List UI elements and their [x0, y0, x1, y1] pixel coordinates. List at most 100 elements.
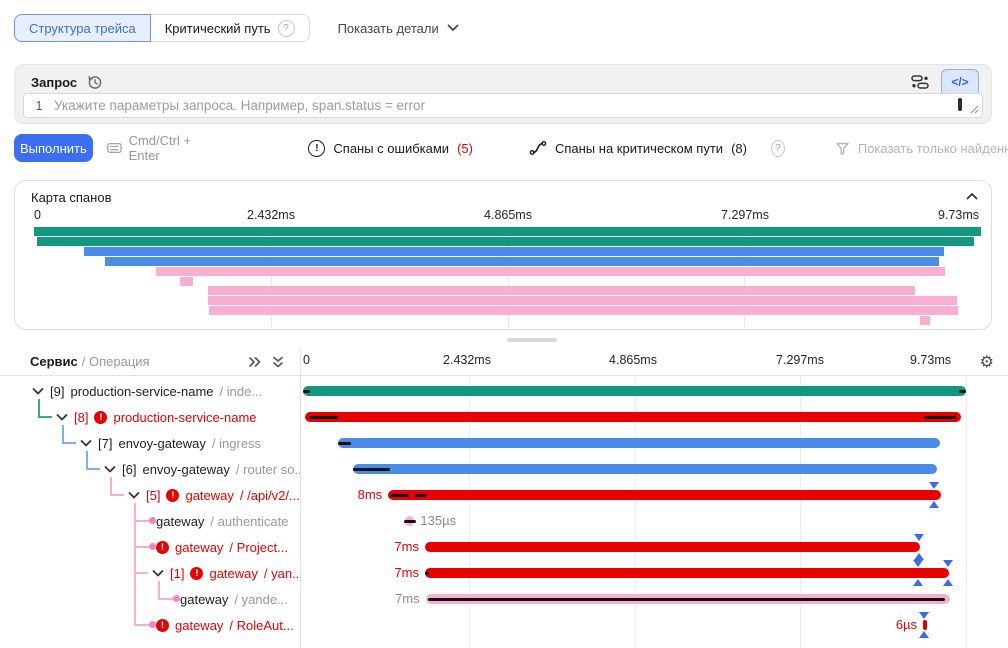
self-time-segment: [303, 390, 310, 393]
mini-span-bar[interactable]: [208, 286, 915, 295]
axis-tick: 0: [34, 208, 41, 222]
query-editor[interactable]: 1: [23, 93, 983, 118]
collapse-chevron-icon[interactable]: [966, 192, 978, 200]
expand-chevron-icon[interactable]: [80, 439, 92, 447]
span-operation: / Project...: [229, 540, 288, 555]
expand-all-icon[interactable]: [248, 356, 262, 368]
query-title: Запрос: [31, 75, 77, 90]
critical-path-marker: [943, 579, 953, 586]
mini-span-bar[interactable]: [105, 257, 939, 266]
tree-row[interactable]: gateway/ authenticate: [0, 508, 300, 534]
span-service: gateway: [185, 488, 233, 503]
shortcut-label: Cmd/Ctrl + Enter: [129, 133, 205, 163]
span-service: production-service-name: [70, 384, 213, 399]
span-operation: / router so...: [236, 462, 300, 477]
span-bar[interactable]: [338, 438, 940, 448]
axis-tick: 7.297ms: [721, 208, 769, 222]
expand-chevron-icon[interactable]: [56, 413, 68, 421]
help-icon[interactable]: ?: [278, 20, 295, 37]
span-bar[interactable]: [353, 464, 937, 474]
tab-trace-structure[interactable]: Структура трейса: [14, 14, 151, 42]
exclamation-circle-icon: !: [308, 140, 325, 157]
tree-row[interactable]: !gateway/ Project...: [0, 534, 300, 560]
tree-row[interactable]: [1]!gateway/ yan...: [0, 560, 300, 586]
span-bar[interactable]: [425, 542, 920, 552]
span-bar[interactable]: [388, 490, 941, 500]
self-time-segment: [425, 572, 429, 575]
query-input[interactable]: [54, 98, 982, 113]
critical-path-marker: [914, 534, 924, 541]
error-spans-label: Спаны с ошибками: [333, 141, 449, 156]
collapse-all-icon[interactable]: [272, 356, 284, 368]
span-operation: / ingress: [212, 436, 261, 451]
query-mode-toggle: </>: [901, 69, 979, 96]
mini-span-bar[interactable]: [37, 237, 974, 246]
filter-found-toggle[interactable]: Показать только найденные: [835, 141, 1008, 156]
axis-tick: 9.73ms: [910, 353, 951, 367]
span-index: [1]: [170, 566, 184, 581]
expand-chevron-icon[interactable]: [32, 387, 44, 395]
error-badge-icon: !: [156, 619, 169, 632]
mini-span-bar[interactable]: [209, 306, 957, 315]
critical-help-icon[interactable]: ?: [771, 140, 785, 157]
critical-path-marker: [929, 501, 939, 508]
tree-row[interactable]: [5]!gateway/ /api/v2/...: [0, 482, 300, 508]
critical-spans-count: (8): [731, 141, 747, 156]
expand-chevron-icon[interactable]: [152, 569, 164, 577]
tree-row[interactable]: [8]!production-service-name: [0, 404, 300, 430]
mini-span-bar[interactable]: [156, 267, 945, 276]
critical-path-icon: [529, 140, 547, 156]
run-button[interactable]: Выполнить: [14, 134, 93, 162]
span-map-title: Карта спанов: [31, 190, 111, 205]
code-icon: </>: [951, 75, 968, 89]
expand-chevron-icon[interactable]: [128, 491, 140, 499]
show-details-dropdown[interactable]: Показать детали: [338, 21, 459, 36]
tab-critical-path[interactable]: Критический путь ?: [151, 14, 310, 42]
duration-label: 6µs: [857, 617, 917, 633]
self-time-segment: [338, 442, 351, 445]
tree-row[interactable]: [6]envoy-gateway/ router so...: [0, 456, 300, 482]
show-details-label: Показать детали: [338, 21, 439, 36]
query-toolbar: Выполнить Cmd/Ctrl + Enter ! Спаны с оши…: [14, 134, 1008, 162]
span-index: [7]: [98, 436, 112, 451]
mini-span-bar[interactable]: [920, 316, 930, 325]
duration-label: 7ms: [359, 565, 419, 581]
span-index: [9]: [50, 384, 64, 399]
span-bar[interactable]: [923, 620, 927, 630]
editor-scrollbar[interactable]: [958, 98, 962, 111]
mini-span-bar[interactable]: [180, 277, 193, 286]
axis-tick: 7.297ms: [776, 353, 824, 367]
span-operation: / inde...: [220, 384, 263, 399]
resize-handle-icon[interactable]: [970, 105, 979, 114]
code-editor-toggle[interactable]: </>: [941, 69, 979, 96]
form-builder-toggle[interactable]: [901, 69, 939, 96]
mini-span-bar[interactable]: [208, 296, 956, 305]
duration-label: 7ms: [359, 539, 419, 555]
self-time-segment: [404, 520, 416, 523]
error-spans-chip[interactable]: ! Спаны с ошибками (5): [308, 140, 473, 157]
line-number: 1: [24, 98, 54, 113]
axis-tick: 4.865ms: [484, 208, 532, 222]
connector-line: [134, 503, 136, 626]
chevron-down-icon: [447, 24, 459, 32]
panel-resize-handle[interactable]: [507, 338, 557, 342]
span-service: envoy-gateway: [118, 436, 205, 451]
expand-chevron-icon[interactable]: [104, 465, 116, 473]
timeline-gridline: [966, 376, 967, 648]
tree-row[interactable]: gateway/ yande...: [0, 586, 300, 612]
timeline-axis: 0 2.432ms 4.865ms 7.297ms 9.73ms: [300, 353, 1008, 369]
critical-path-marker: [913, 560, 923, 567]
mini-span-bar[interactable]: [34, 227, 981, 236]
tree-row[interactable]: [9] production-service-name / inde...: [0, 378, 300, 404]
span-map-plot[interactable]: [15, 227, 993, 327]
settings-gear-icon[interactable]: ⚙: [980, 352, 994, 372]
tree-row[interactable]: [7] envoy-gateway / ingress: [0, 430, 300, 456]
span-index: [6]: [122, 462, 136, 477]
tree-row[interactable]: !gateway/ RoleAut...: [0, 612, 300, 638]
span-bar[interactable]: [305, 412, 961, 422]
critical-spans-chip[interactable]: Спаны на критическом пути (8): [529, 140, 747, 156]
mini-span-bar[interactable]: [84, 247, 944, 256]
history-icon[interactable]: [87, 74, 103, 90]
span-bar[interactable]: [303, 386, 966, 396]
span-bar[interactable]: [425, 568, 949, 578]
